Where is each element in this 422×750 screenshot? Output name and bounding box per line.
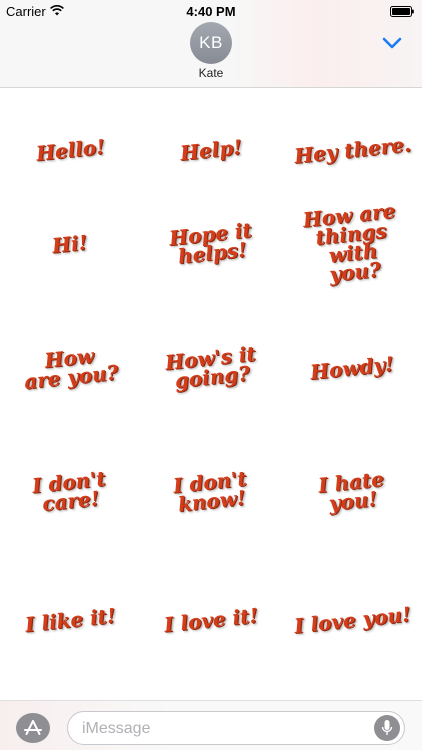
- microphone-icon: [381, 720, 393, 735]
- sticker-i-like-it[interactable]: I like it!: [0, 559, 140, 681]
- app-store-button[interactable]: [16, 713, 50, 743]
- battery-icon: [390, 6, 414, 17]
- status-bar: Carrier 4:40 PM: [0, 0, 422, 22]
- sticker-hows-it-going[interactable]: How's it going?: [141, 307, 281, 429]
- sticker-i-dont-know[interactable]: I don't know!: [141, 431, 281, 553]
- sticker-i-love-it[interactable]: I love it!: [141, 559, 281, 681]
- message-input-bar: iMessage: [0, 700, 422, 750]
- sticker-label: I love you!: [292, 601, 412, 638]
- imessage-input[interactable]: iMessage: [67, 711, 405, 745]
- sticker-label: Hey there.: [292, 131, 412, 168]
- sticker-label: Hello!: [34, 133, 106, 166]
- sticker-label: How are you?: [22, 343, 120, 394]
- sticker-i-hate-you[interactable]: I hate you!: [282, 431, 422, 553]
- sticker-label: Hi!: [51, 229, 89, 258]
- sticker-label: I hate you!: [316, 466, 385, 516]
- imessage-placeholder: iMessage: [82, 720, 151, 737]
- sticker-label: I don't care!: [31, 466, 107, 516]
- sticker-how-are-you[interactable]: How are you?: [0, 307, 140, 429]
- microphone-button[interactable]: [374, 715, 400, 741]
- clock: 4:40 PM: [186, 4, 236, 19]
- contact-avatar[interactable]: KB: [190, 22, 232, 64]
- sticker-label: I don't know!: [172, 466, 248, 517]
- sticker-how-are-things[interactable]: How are things with you?: [282, 183, 422, 305]
- chevron-down-icon[interactable]: [382, 36, 402, 50]
- sticker-hope-it-helps[interactable]: Hope it helps!: [141, 183, 281, 305]
- sticker-hi[interactable]: Hi!: [0, 183, 140, 305]
- sticker-label: I love it!: [162, 602, 260, 637]
- sticker-label: Howdy!: [309, 351, 395, 384]
- sticker-label: Help!: [178, 134, 244, 165]
- sticker-label: I like it!: [23, 602, 117, 637]
- contact-name[interactable]: Kate: [0, 66, 422, 80]
- sticker-grid: Hello! Help! Hey there. Hi! Hope it help…: [0, 89, 422, 699]
- app-store-icon: [24, 720, 42, 735]
- sticker-i-love-you[interactable]: I love you!: [282, 559, 422, 681]
- sticker-howdy[interactable]: Howdy!: [282, 307, 422, 429]
- sticker-label: Hope it helps!: [167, 217, 253, 269]
- sticker-label: How are things with you?: [301, 198, 397, 287]
- sticker-i-dont-care[interactable]: I don't care!: [0, 431, 140, 553]
- sticker-label: How's it going?: [163, 341, 257, 393]
